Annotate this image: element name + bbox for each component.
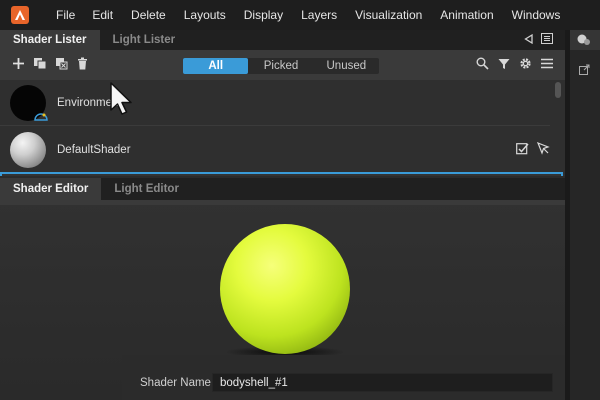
menu-animation[interactable]: Animation [431, 8, 502, 22]
panel-menu-icon[interactable] [541, 33, 553, 47]
menu-file[interactable]: File [47, 8, 84, 22]
menu-delete[interactable]: Delete [122, 8, 175, 22]
editor-tab-bar: Shader Editor Light Editor [0, 178, 565, 200]
tab-light-lister[interactable]: Light Lister [100, 30, 189, 50]
selected-list-item-edge[interactable] [0, 172, 563, 176]
menu-layouts[interactable]: Layouts [175, 8, 235, 22]
menu-display[interactable]: Display [235, 8, 292, 22]
default-shader-thumbnail [10, 132, 46, 168]
environment-thumbnail [10, 84, 48, 121]
shader-preview-sphere[interactable] [220, 224, 350, 354]
tab-shader-editor[interactable]: Shader Editor [0, 178, 102, 200]
menu-visualization[interactable]: Visualization [346, 8, 431, 22]
filter-funnel-icon[interactable] [498, 58, 510, 73]
mouse-pointer-icon [110, 82, 132, 115]
shader-name-label: Shader Name [140, 377, 211, 389]
pop-out-icon[interactable] [579, 64, 590, 75]
delete-unused-icon[interactable] [55, 57, 69, 73]
tab-light-editor[interactable]: Light Editor [101, 178, 192, 200]
add-shader-icon[interactable] [12, 57, 25, 73]
tab-shader-lister[interactable]: Shader Lister [0, 30, 100, 50]
shader-editor-panel: Shader Name [0, 200, 565, 400]
trash-icon[interactable] [77, 57, 88, 73]
hamburger-menu-icon[interactable] [541, 58, 553, 72]
menu-bar: File Edit Delete Layouts Display Layers … [0, 0, 600, 30]
menu-layers[interactable]: Layers [292, 8, 346, 22]
editor-header-strip [0, 200, 565, 205]
pick-cursor-icon[interactable] [536, 141, 550, 158]
search-icon[interactable] [476, 57, 489, 73]
shader-name: DefaultShader [57, 144, 131, 156]
lister-tab-bar: Shader Lister Light Lister [0, 30, 565, 50]
dock-tab[interactable] [570, 30, 600, 50]
list-scrollbar[interactable] [555, 82, 561, 98]
list-item[interactable]: Environment [0, 80, 550, 126]
menu-edit[interactable]: Edit [84, 8, 122, 22]
menu-windows[interactable]: Windows [503, 8, 570, 22]
lister-toolbar: All Picked Unused [0, 50, 565, 80]
shader-list: Environment DefaultShader [0, 80, 565, 176]
collapse-left-icon[interactable] [524, 33, 533, 47]
filter-all[interactable]: All [183, 58, 249, 74]
list-item[interactable]: DefaultShader [0, 127, 550, 173]
right-dock [570, 30, 600, 400]
duplicate-shader-icon[interactable] [33, 57, 47, 73]
settings-gear-icon[interactable] [519, 57, 532, 73]
filter-unused[interactable]: Unused [314, 58, 379, 74]
app-logo-icon[interactable] [11, 6, 29, 24]
filter-picked[interactable]: Picked [248, 58, 313, 74]
shader-filter-group: All Picked Unused [183, 58, 379, 74]
edit-checkbox-icon[interactable] [516, 142, 529, 158]
environment-badge-icon [34, 112, 48, 121]
shader-name-input[interactable] [212, 373, 553, 392]
shader-ball-icon [577, 34, 590, 45]
